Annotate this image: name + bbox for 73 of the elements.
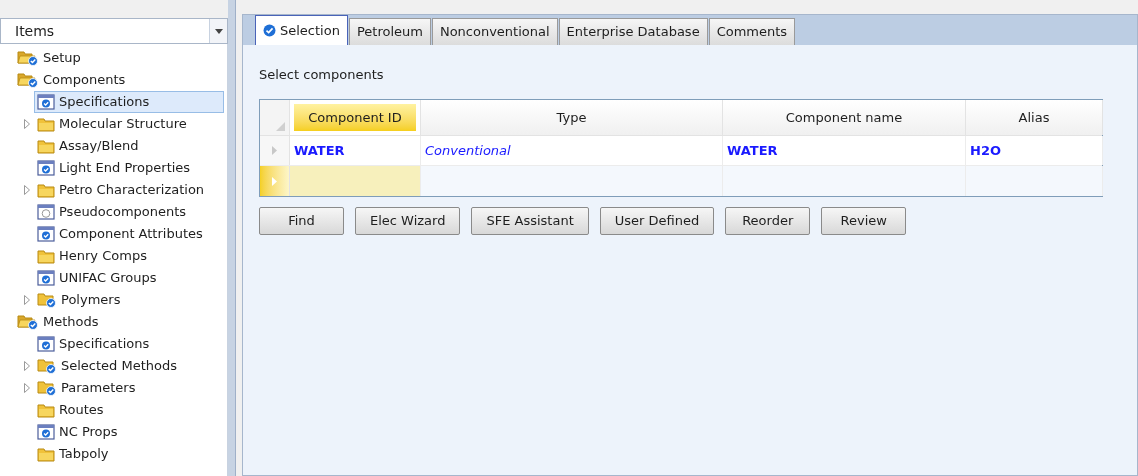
folder-icon	[37, 138, 55, 154]
action-button[interactable]: User Defined	[599, 207, 715, 235]
folder-check-icon	[37, 292, 57, 308]
row-arrow-icon	[272, 176, 277, 186]
tree-item[interactable]: Specifications	[34, 91, 224, 113]
tree-item[interactable]: Pseudocomponents	[34, 201, 190, 223]
action-button[interactable]: SFE Assistant	[471, 207, 589, 235]
row-header[interactable]	[260, 166, 290, 196]
table-cell[interactable]: WATER	[290, 136, 421, 165]
tree-item[interactable]: Tabpoly	[34, 443, 112, 465]
row-header[interactable]	[260, 136, 290, 165]
folder-check-icon	[37, 380, 57, 396]
row-arrow-icon	[272, 146, 277, 155]
action-button[interactable]: Elec Wizard	[355, 207, 461, 235]
folder-icon	[37, 182, 55, 198]
tree-item[interactable]: Selected Methods	[34, 355, 181, 377]
expand-arrow-icon[interactable]	[24, 295, 30, 305]
tab[interactable]: Selection	[255, 15, 348, 45]
table-cell[interactable]: WATER	[723, 136, 966, 165]
select-all-icon[interactable]	[276, 122, 285, 131]
tree-item[interactable]: UNIFAC Groups	[34, 267, 160, 289]
tab[interactable]: Nonconventional	[431, 18, 558, 45]
dropdown-arrow-icon	[214, 28, 223, 34]
splitter[interactable]	[228, 0, 236, 476]
folder-icon	[37, 116, 55, 132]
form-check-icon	[37, 226, 55, 242]
tree-item[interactable]: Petro Characterization	[34, 179, 208, 201]
form-check-icon	[37, 160, 55, 176]
tree-item[interactable]: Assay/Blend	[34, 135, 142, 157]
form-check-icon	[37, 424, 55, 440]
folder-icon	[37, 446, 55, 462]
table-cell[interactable]: H2O	[966, 136, 1103, 165]
table-cell[interactable]	[966, 166, 1103, 196]
open-folder-check-icon	[17, 314, 39, 330]
tree-item[interactable]: Parameters	[34, 377, 139, 399]
tree-item[interactable]: Light End Properties	[34, 157, 194, 179]
tree-item[interactable]: Specifications	[34, 333, 153, 355]
action-button[interactable]: Reorder	[725, 207, 811, 235]
column-header[interactable]: Component ID	[294, 104, 416, 131]
folder-icon	[37, 248, 55, 264]
items-dropdown[interactable]: Items	[0, 18, 228, 44]
tree-item[interactable]: Setup	[14, 47, 84, 69]
table-cell[interactable]	[723, 166, 966, 196]
expand-arrow-icon[interactable]	[24, 119, 30, 129]
expand-arrow-icon[interactable]	[24, 361, 30, 371]
table-cell[interactable]: Conventional	[421, 136, 723, 165]
folder-icon	[37, 402, 55, 418]
table-cell[interactable]	[421, 166, 723, 196]
expand-arrow-icon[interactable]	[24, 383, 30, 393]
form-check-icon	[37, 94, 55, 110]
tree-item[interactable]: Methods	[14, 311, 102, 333]
tree-item[interactable]: Polymers	[34, 289, 124, 311]
tree-item[interactable]: Routes	[34, 399, 107, 421]
tab[interactable]: Petroleum	[348, 18, 431, 45]
tree-item[interactable]: Henry Comps	[34, 245, 150, 267]
form-check-icon	[37, 336, 55, 352]
section-heading: Select components	[259, 66, 385, 83]
tree-item[interactable]: Components	[14, 69, 129, 91]
tab[interactable]: Comments	[708, 18, 796, 45]
tree-item[interactable]: Molecular Structure	[34, 113, 190, 135]
tree-item[interactable]: NC Props	[34, 421, 121, 443]
tab[interactable]: Enterprise Database	[558, 18, 708, 45]
table-cell[interactable]	[290, 166, 421, 196]
expand-arrow-icon[interactable]	[24, 185, 30, 195]
action-button[interactable]: Find	[259, 207, 344, 235]
folder-check-icon	[37, 358, 57, 374]
form-check-icon	[37, 270, 55, 286]
open-folder-check-icon	[17, 72, 39, 88]
form-icon	[37, 204, 55, 220]
tree-item[interactable]: Component Attributes	[34, 223, 206, 245]
action-button[interactable]: Review	[821, 207, 907, 235]
check-badge-icon	[263, 24, 276, 37]
open-folder-check-icon	[17, 50, 39, 66]
